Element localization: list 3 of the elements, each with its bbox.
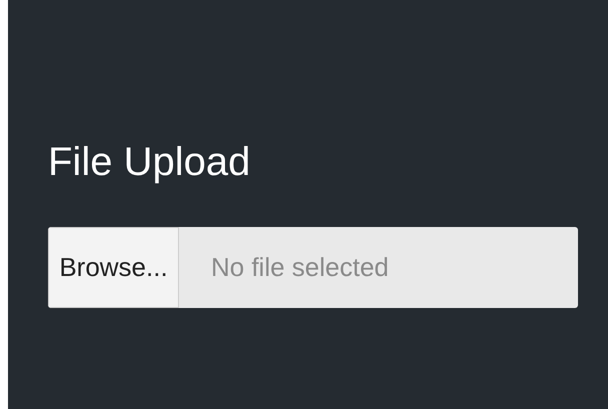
page-heading: File Upload: [48, 139, 252, 186]
file-name-field[interactable]: No file selected: [179, 227, 578, 308]
browse-button[interactable]: Browse...: [48, 227, 179, 308]
